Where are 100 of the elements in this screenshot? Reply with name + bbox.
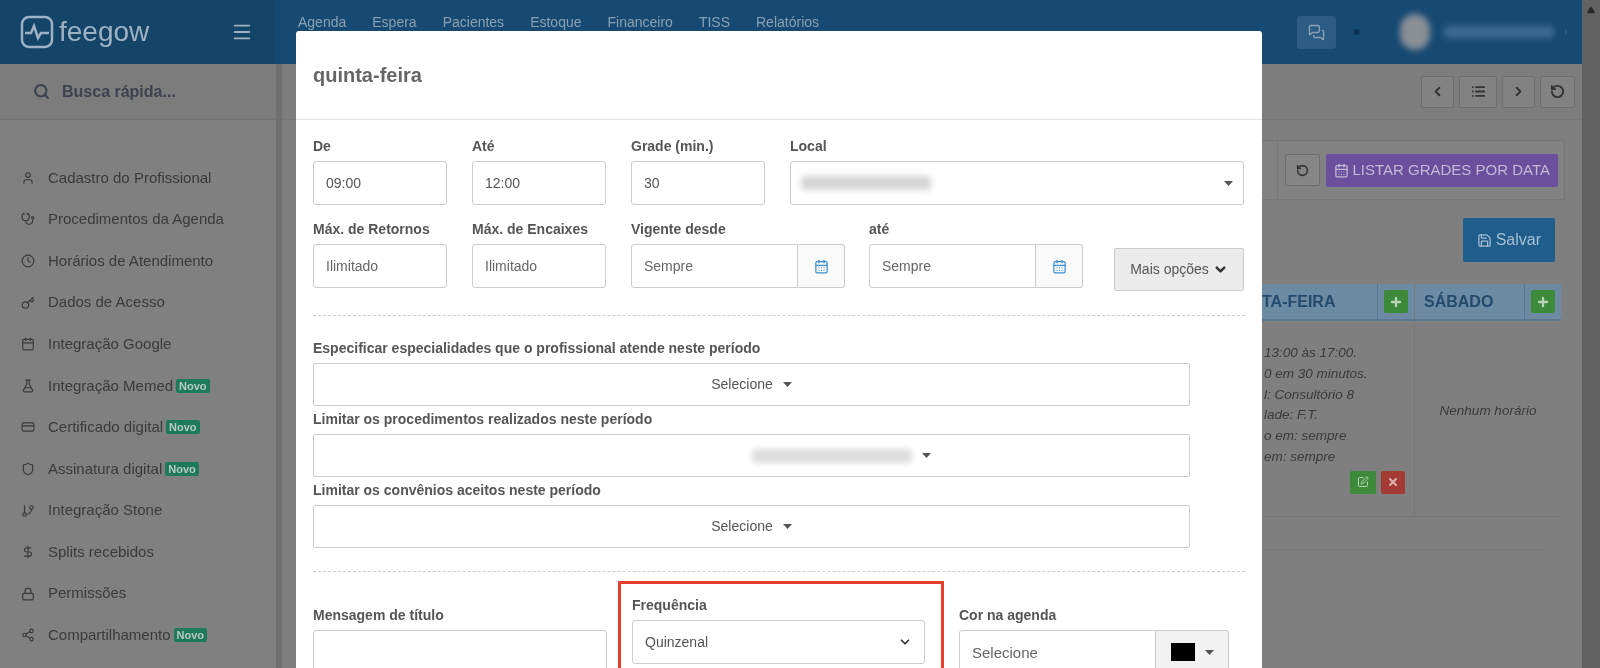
- day-name: TA-FEIRA: [1262, 291, 1336, 312]
- sidebar-item[interactable]: Integração Stone: [0, 489, 276, 532]
- nav-link[interactable]: Espera: [372, 14, 417, 30]
- text-field[interactable]: Ilimitado: [472, 244, 606, 288]
- edit-icon: [1357, 476, 1369, 489]
- avatar[interactable]: [1400, 14, 1430, 50]
- nav-link[interactable]: Estoque: [530, 14, 582, 30]
- schedule-line: lade: F.T.: [1264, 406, 1319, 425]
- caret-icon: [782, 382, 792, 387]
- sidebar-item[interactable]: Procedimentos da Agenda: [0, 198, 276, 241]
- calendar-button[interactable]: [1036, 244, 1083, 288]
- person-icon: [21, 170, 35, 185]
- save-icon: [1476, 232, 1492, 248]
- scrollbar[interactable]: [1582, 0, 1600, 668]
- caret-icon: [1224, 180, 1233, 186]
- field-label: Especificar especialidades que o profissional atende neste período: [313, 339, 761, 358]
- new-badge: Novo: [176, 378, 210, 393]
- add-button[interactable]: [1384, 290, 1408, 313]
- nav-link[interactable]: Agenda: [298, 14, 347, 30]
- add-button[interactable]: [1531, 290, 1555, 313]
- schedule-line: o em: sempre: [1264, 427, 1347, 446]
- field-label: Limitar os procedimentos realizados neste período: [313, 410, 653, 429]
- history-button[interactable]: [1540, 75, 1575, 108]
- field-label: Máx. de Encaixes: [472, 220, 588, 239]
- text-field[interactable]: 12:00: [472, 161, 606, 205]
- color-picker-button[interactable]: [1156, 630, 1229, 668]
- multi-select[interactable]: [313, 434, 1190, 477]
- sidebar-item[interactable]: Integração Memed Novo: [0, 364, 276, 407]
- field-label: Limitar os convênios aceitos neste período: [313, 481, 601, 500]
- schedule-line: 0 em 30 minutos.: [1264, 364, 1368, 383]
- new-badge: Novo: [165, 461, 199, 476]
- search-icon: [33, 83, 50, 100]
- lock-icon: [21, 586, 35, 601]
- save-button[interactable]: Salvar: [1462, 218, 1555, 262]
- field-label: até: [869, 220, 890, 239]
- empty-message: Nenhum horário: [1439, 402, 1537, 420]
- modal-title: quinta-feira: [313, 63, 422, 88]
- chat-icon: [1308, 23, 1325, 41]
- calendar-icon: [1334, 162, 1350, 178]
- sidebar-item[interactable]: Horários de Atendimento: [0, 240, 276, 282]
- date-field[interactable]: Sempre: [869, 244, 1036, 288]
- nav-link[interactable]: Relatórios: [756, 14, 820, 30]
- multi-select[interactable]: Selecione: [313, 363, 1190, 406]
- plus-icon: [1536, 294, 1550, 309]
- key-icon: [21, 295, 35, 310]
- chat-button[interactable]: [1297, 15, 1336, 49]
- nav-link[interactable]: Pacientes: [442, 14, 505, 30]
- sidebar-item[interactable]: Integração Google: [0, 323, 276, 365]
- sidebar-item[interactable]: Compartilhamento Novo: [0, 614, 276, 657]
- title-message-field[interactable]: [313, 630, 607, 668]
- list-button[interactable]: [1459, 75, 1497, 108]
- shield-icon: [21, 461, 35, 476]
- field-label: Máx. de Retornos: [313, 220, 430, 239]
- close-icon: [1387, 476, 1399, 489]
- history-button[interactable]: [1285, 154, 1321, 186]
- caret-icon[interactable]: [1562, 28, 1570, 36]
- sidebar-item[interactable]: Cadastro do Profissional: [0, 157, 276, 199]
- location-select[interactable]: [790, 161, 1244, 205]
- text-field[interactable]: 09:00: [313, 161, 447, 205]
- sidebar-item[interactable]: Dados de Acesso: [0, 281, 276, 324]
- next-button[interactable]: [1502, 75, 1535, 108]
- flask-icon: [21, 378, 35, 393]
- field-label: Grade (min.): [631, 137, 714, 156]
- schedule-line: l: Consultório 8: [1264, 385, 1355, 404]
- day-name: SÁBADO: [1423, 291, 1494, 312]
- frequency-select[interactable]: Quinzenal: [632, 620, 925, 664]
- scroll-up-icon[interactable]: [1587, 6, 1595, 14]
- calendar-button[interactable]: [798, 244, 845, 288]
- sidebar-item[interactable]: Permissões: [0, 572, 276, 615]
- nav-link[interactable]: Financeiro: [607, 14, 673, 30]
- new-badge: Novo: [173, 628, 208, 643]
- list-icon: [1470, 84, 1486, 99]
- field-label: Local: [790, 137, 827, 156]
- sidebar-item[interactable]: Assinatura digital Novo: [0, 448, 276, 490]
- text-field[interactable]: Ilimitado: [313, 244, 447, 288]
- sidebar-item[interactable]: Splits recebidos: [0, 531, 276, 573]
- field-label: Mensagem de título: [313, 606, 444, 625]
- color-field[interactable]: Selecione: [959, 630, 1156, 668]
- text-field[interactable]: 30: [631, 161, 765, 205]
- date-field[interactable]: Sempre: [631, 244, 798, 288]
- schedule-line: 13:00 às 17:00.: [1264, 344, 1358, 362]
- card-icon: [21, 420, 35, 435]
- stethoscope-icon: [21, 212, 35, 227]
- list-by-date-button[interactable]: LISTAR GRADES POR DATA: [1326, 153, 1558, 187]
- nav-link[interactable]: TISS: [698, 14, 730, 30]
- field-label: Até: [472, 137, 495, 156]
- clock-icon: [21, 254, 35, 268]
- edit-button[interactable]: [1350, 470, 1376, 494]
- delete-button[interactable]: [1381, 470, 1405, 494]
- logo-icon: [20, 15, 54, 49]
- previous-button[interactable]: [1421, 75, 1454, 108]
- multi-select[interactable]: Selecione: [313, 505, 1190, 548]
- search-field[interactable]: Busca rápida...: [0, 64, 276, 120]
- field-label: Cor na agenda: [959, 606, 1057, 625]
- field-label: Vigente desde: [631, 220, 726, 239]
- sidebar-item[interactable]: Certificado digital Novo: [0, 406, 276, 449]
- share-icon: [21, 628, 35, 643]
- calendar-icon: [21, 337, 35, 352]
- more-options-button[interactable]: Mais opções: [1114, 248, 1244, 291]
- field-label: Frequência: [632, 596, 707, 615]
